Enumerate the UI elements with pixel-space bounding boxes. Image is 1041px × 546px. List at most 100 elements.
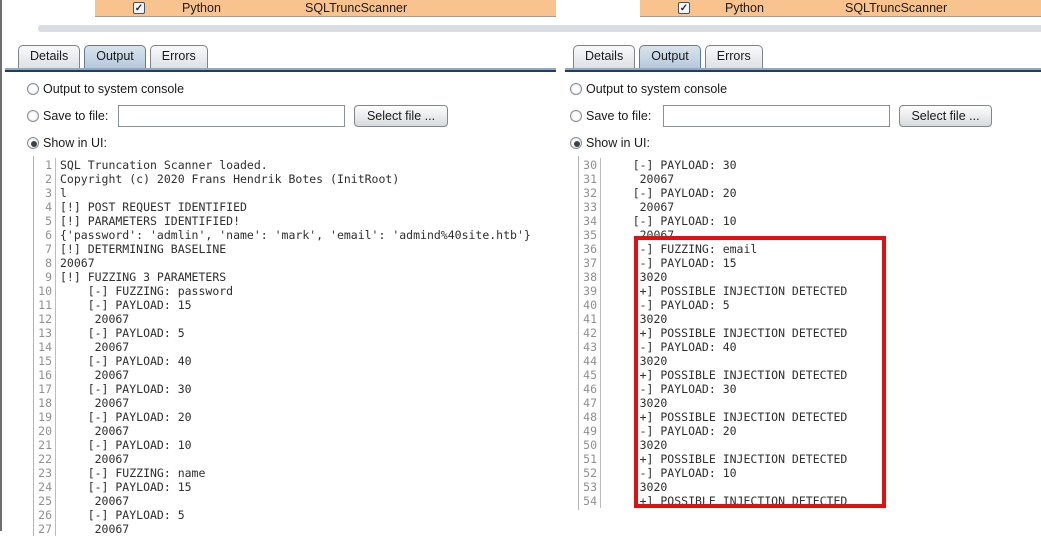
select-file-button[interactable]: Select file ... bbox=[899, 105, 992, 127]
line-number: 44 bbox=[579, 354, 601, 368]
line-text: {'password': 'admlin', 'name': 'mark', '… bbox=[60, 228, 531, 242]
tab-output[interactable]: Output bbox=[84, 45, 146, 68]
line-number: 23 bbox=[34, 466, 56, 480]
line-text: [!] POST REQUEST IDENTIFIED bbox=[60, 200, 247, 214]
line-number: 8 bbox=[34, 256, 56, 270]
save-file-path-input[interactable] bbox=[663, 105, 890, 127]
line-number: 40 bbox=[579, 298, 601, 312]
line-number: 35 bbox=[579, 228, 601, 242]
line-number: 1 bbox=[34, 158, 56, 172]
line-text: [-] PAYLOAD: 15 bbox=[605, 256, 737, 270]
line-text: 3020 bbox=[605, 312, 668, 326]
radio-output-console[interactable] bbox=[570, 83, 582, 95]
log-line: 46 [-] PAYLOAD: 30 bbox=[579, 382, 1041, 396]
line-number: 33 bbox=[579, 200, 601, 214]
line-number: 37 bbox=[579, 256, 601, 270]
line-number: 20 bbox=[34, 424, 56, 438]
line-number: 7 bbox=[34, 242, 56, 256]
log-line: 16 20067 bbox=[34, 368, 556, 382]
line-text: [-] PAYLOAD: 5 bbox=[60, 326, 185, 340]
output-log-right[interactable]: 30 [-] PAYLOAD: 30 31 20067 32 [-] PAYLOAD… bbox=[578, 156, 1041, 510]
line-text: [-] PAYLOAD: 40 bbox=[605, 340, 737, 354]
line-text: 20067 bbox=[60, 494, 130, 508]
splitter-bar[interactable] bbox=[38, 25, 1041, 32]
radio-output-console[interactable] bbox=[27, 83, 39, 95]
line-text: 20067 bbox=[60, 522, 130, 536]
line-number: 53 bbox=[579, 480, 601, 494]
extension-language: Python bbox=[725, 1, 764, 15]
log-line: 8 20067 bbox=[34, 256, 556, 270]
line-text: [-] FUZZING: password bbox=[60, 284, 234, 298]
line-number: 32 bbox=[579, 186, 601, 200]
tab-details[interactable]: Details bbox=[573, 45, 636, 68]
log-line: 23 [-] FUZZING: name bbox=[34, 466, 556, 480]
log-line: 34 [-] PAYLOAD: 10 bbox=[579, 214, 1041, 228]
output-log-left[interactable]: 1 SQL Truncation Scanner loaded. 2 Copyrigh… bbox=[33, 156, 556, 536]
log-line: 25 20067 bbox=[34, 494, 556, 508]
log-line: 17 [-] PAYLOAD: 30 bbox=[34, 382, 556, 396]
radio-output-console-label: Output to system console bbox=[586, 82, 728, 96]
log-line: 30 [-] PAYLOAD: 30 bbox=[579, 158, 1041, 172]
line-text: [!] DETERMINING BASELINE bbox=[60, 242, 227, 256]
log-line: 19 [-] PAYLOAD: 20 bbox=[34, 410, 556, 424]
log-line: 33 20067 bbox=[579, 200, 1041, 214]
checkbox-checked-icon[interactable]: ✓ bbox=[133, 2, 145, 14]
radio-show-in-ui[interactable] bbox=[27, 137, 39, 149]
tab-errors[interactable]: Errors bbox=[704, 45, 763, 68]
radio-save-to-file[interactable] bbox=[570, 110, 582, 122]
line-number: 11 bbox=[34, 298, 56, 312]
extension-row[interactable]: ✓ Python SQLTruncScanner bbox=[95, 0, 556, 17]
line-number: 12 bbox=[34, 312, 56, 326]
log-line: 9 [!] FUZZING 3 PARAMETERS bbox=[34, 270, 556, 284]
line-number: 36 bbox=[579, 242, 601, 256]
select-file-button[interactable]: Select file ... bbox=[354, 105, 448, 127]
log-line: 44 3020 bbox=[579, 354, 1041, 368]
line-text: [+] POSSIBLE INJECTION DETECTED bbox=[605, 410, 848, 424]
log-line: 52 [-] PAYLOAD: 10 bbox=[579, 466, 1041, 480]
line-number: 31 bbox=[579, 172, 601, 186]
line-number: 5 bbox=[34, 214, 56, 228]
tab-output[interactable]: Output bbox=[639, 45, 701, 68]
log-line: 51 [+] POSSIBLE INJECTION DETECTED bbox=[579, 452, 1041, 466]
log-line: 43 [-] PAYLOAD: 40 bbox=[579, 340, 1041, 354]
line-number: 49 bbox=[579, 424, 601, 438]
line-text: [-] PAYLOAD: 30 bbox=[60, 382, 192, 396]
line-number: 51 bbox=[579, 452, 601, 466]
left-tab-bar: Details Output Errors bbox=[18, 45, 208, 68]
tab-details[interactable]: Details bbox=[18, 45, 81, 68]
log-line: 49 [-] PAYLOAD: 20 bbox=[579, 424, 1041, 438]
line-text: [-] PAYLOAD: 15 bbox=[60, 480, 192, 494]
line-number: 45 bbox=[579, 368, 601, 382]
radio-show-in-ui[interactable] bbox=[570, 137, 582, 149]
line-text: [!] FUZZING 3 PARAMETERS bbox=[60, 270, 227, 284]
line-text: 20067 bbox=[60, 312, 130, 326]
save-file-path-input[interactable] bbox=[118, 105, 345, 127]
line-text: [-] PAYLOAD: 20 bbox=[605, 186, 737, 200]
log-line: 39 [+] POSSIBLE INJECTION DETECTED bbox=[579, 284, 1041, 298]
checkbox-checked-icon[interactable]: ✓ bbox=[678, 2, 690, 14]
line-text: [+] POSSIBLE INJECTION DETECTED bbox=[605, 284, 848, 298]
line-number: 25 bbox=[34, 494, 56, 508]
tab-errors[interactable]: Errors bbox=[149, 45, 208, 68]
line-text: [-] PAYLOAD: 20 bbox=[60, 410, 192, 424]
log-line: 20 20067 bbox=[34, 424, 556, 438]
log-line: 42 [+] POSSIBLE INJECTION DETECTED bbox=[579, 326, 1041, 340]
log-line: 26 [-] PAYLOAD: 5 bbox=[34, 508, 556, 522]
line-text: 20067 bbox=[60, 256, 95, 270]
line-text: 3020 bbox=[605, 438, 668, 452]
line-number: 46 bbox=[579, 382, 601, 396]
log-line: 18 20067 bbox=[34, 396, 556, 410]
radio-save-to-file[interactable] bbox=[27, 110, 39, 122]
log-line: 3l bbox=[34, 186, 556, 200]
line-text: l bbox=[60, 186, 67, 200]
line-text: [+] POSSIBLE INJECTION DETECTED bbox=[605, 368, 848, 382]
line-text: SQL Truncation Scanner loaded. bbox=[60, 158, 268, 172]
log-line: 47 3020 bbox=[579, 396, 1041, 410]
line-text: 3020 bbox=[605, 480, 668, 494]
line-number: 13 bbox=[34, 326, 56, 340]
line-text: 20067 bbox=[605, 172, 675, 186]
line-text: [+] POSSIBLE INJECTION DETECTED bbox=[605, 494, 848, 508]
line-number: 24 bbox=[34, 480, 56, 494]
extension-row[interactable]: ✓ Python SQLTruncScanner bbox=[640, 0, 1041, 17]
line-number: 14 bbox=[34, 340, 56, 354]
